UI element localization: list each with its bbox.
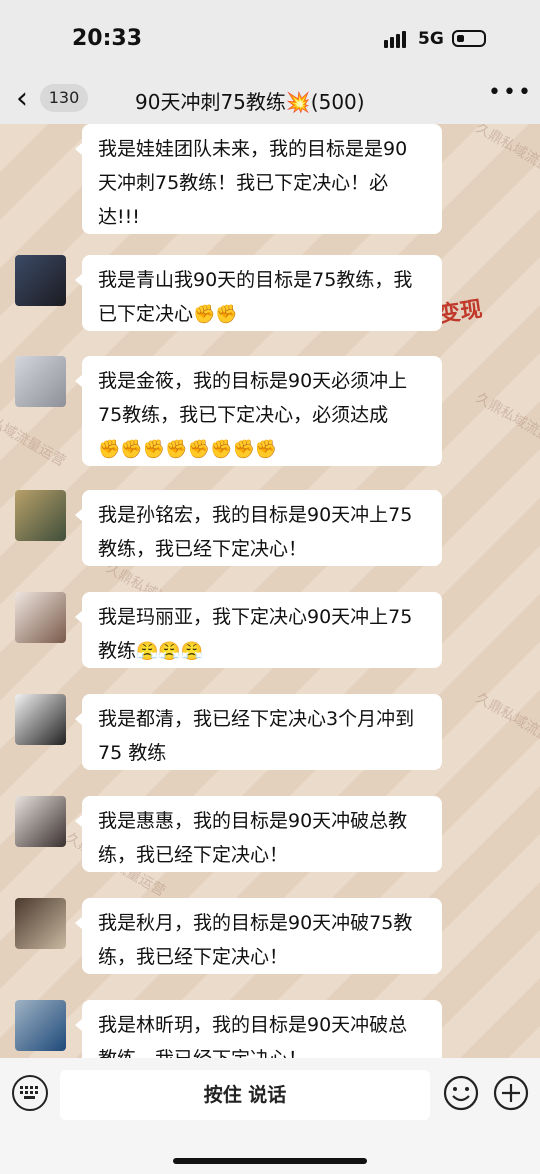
message-text: 我是金筱，我的目标是90天必须冲上75教练，我已下定决心，必须达成 [98,370,408,426]
message-text: 我是都清，我已经下定决心3个月冲到75 教练 [98,708,415,764]
plus-icon[interactable] [493,1075,529,1111]
message-bubble[interactable]: 我是孙铭宏，我的目标是90天冲上75教练，我已经下定决心！ [75,490,442,566]
input-bar: 按住 说话 [0,1058,540,1174]
more-icon[interactable]: ••• [488,80,533,105]
emoji-icon[interactable] [443,1075,479,1111]
watermark: 久鼎私域流量运营 [473,389,540,460]
message-text: 我是惠惠，我的目标是90天冲破总教练，我已经下定决心！ [98,810,408,866]
keyboard-icon[interactable] [12,1075,48,1111]
watermark: 久鼎私域流量运营 [0,399,68,470]
status-bar: 20:33 5G [0,0,540,80]
avatar[interactable] [15,694,66,745]
avatar[interactable] [15,490,66,541]
fist-emoji: ✊✊✊✊✊✊✊✊ [98,439,278,460]
home-indicator[interactable] [173,1158,367,1164]
message-bubble[interactable]: 我是玛丽亚，我下定决心90天冲上75教练😤😤😤 [75,592,442,668]
hold-to-talk-button[interactable]: 按住 说话 [60,1070,430,1120]
chat-header: ‹ 130 90天冲刺75教练💥(500) ••• [0,80,540,124]
message-bubble[interactable]: 我是青山我90天的目标是75教练，我已下定决心✊✊ [75,255,442,331]
message-text: 我是娃娃团队未来，我的目标是是90天冲刺75教练！我已下定决心！必达!!! [98,138,408,228]
avatar[interactable] [15,356,66,407]
unread-badge[interactable]: 130 [40,84,88,112]
avatar[interactable] [15,898,66,949]
overlay-text: 变现 [436,297,484,328]
message-text: 我是孙铭宏，我的目标是90天冲上75教练，我已经下定决心！ [98,504,413,560]
back-chevron-icon[interactable]: ‹ [16,84,28,114]
status-time: 20:33 [72,26,143,51]
message-text: 我是林昕玥，我的目标是90天冲破总教练，我已经下定决心！ [98,1014,408,1058]
watermark: 久鼎私域流量运营 [473,124,540,190]
message-bubble[interactable]: 我是林昕玥，我的目标是90天冲破总教练，我已经下定决心！ [75,1000,442,1058]
message-text: 我是青山我90天的目标是75教练，我已下定决心 [98,269,413,325]
avatar[interactable] [15,592,66,643]
avatar[interactable] [15,255,66,306]
message-bubble[interactable]: 我是秋月，我的目标是90天冲破75教练，我已经下定决心！ [75,898,442,974]
message-bubble[interactable]: 我是娃娃团队未来，我的目标是是90天冲刺75教练！我已下定决心！必达!!! [75,124,442,234]
battery-icon [452,30,486,47]
fist-emoji: ✊✊ [193,304,238,325]
message-bubble[interactable]: 我是惠惠，我的目标是90天冲破总教练，我已经下定决心！ [75,796,442,872]
chat-area[interactable]: 久鼎私域流量运营 久鼎私域流量运营 久鼎私域流量运营 久鼎私域流量运营 久鼎私域… [0,124,540,1058]
signal-icon [384,30,410,48]
message-bubble[interactable]: 我是都清，我已经下定决心3个月冲到75 教练 [75,694,442,770]
network-type: 5G [418,29,444,49]
message-text: 我是秋月，我的目标是90天冲破75教练，我已经下定决心！ [98,912,413,968]
message-bubble[interactable]: 我是金筱，我的目标是90天必须冲上75教练，我已下定决心，必须达成 ✊✊✊✊✊✊✊… [75,356,442,466]
avatar[interactable] [15,1000,66,1051]
avatar[interactable] [15,796,66,847]
chat-title: 90天冲刺75教练💥(500) [135,90,365,114]
determined-face-emoji: 😤😤😤 [136,641,204,662]
watermark: 久鼎私域流量运营 [473,689,540,760]
